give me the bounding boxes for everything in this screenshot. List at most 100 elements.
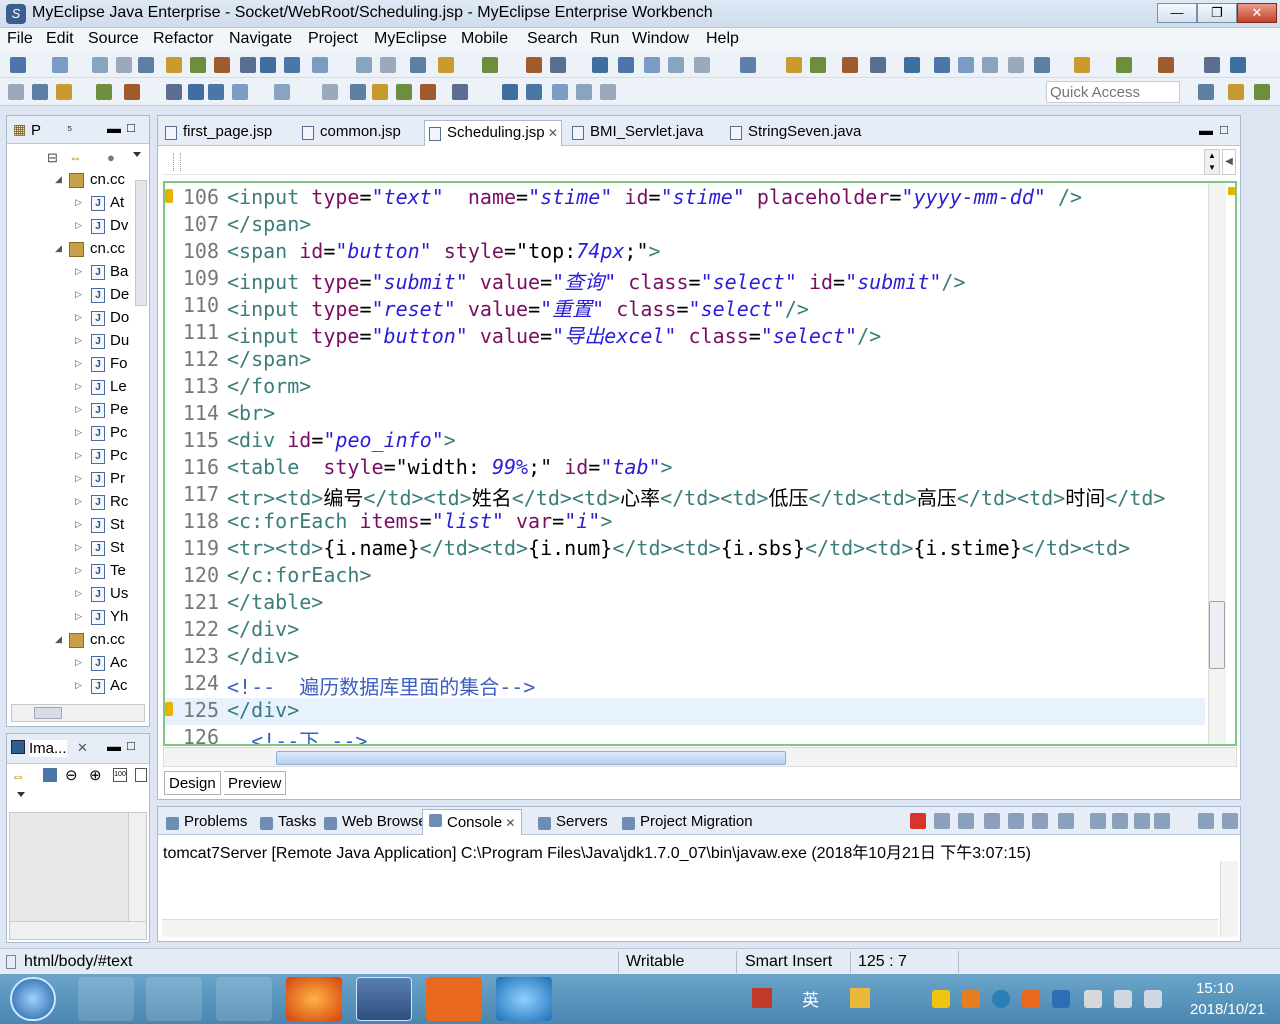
code-line[interactable]: 120 </c:forEach> bbox=[165, 563, 1235, 590]
zoom-out-icon[interactable]: ⊖ bbox=[65, 766, 78, 784]
collapsed-arrow-icon[interactable]: ▷ bbox=[75, 427, 82, 438]
toolbar-action-icon[interactable] bbox=[452, 84, 468, 100]
toolbar-action-icon[interactable] bbox=[284, 57, 300, 73]
voice-recorder-taskbar-icon[interactable] bbox=[496, 977, 552, 1021]
bottom-tab-tasks[interactable]: Tasks bbox=[258, 813, 316, 830]
tray-icon-1[interactable] bbox=[932, 990, 950, 1008]
console-action-icon[interactable] bbox=[1090, 813, 1106, 829]
maximize-image-view-icon[interactable]: □ bbox=[127, 738, 135, 753]
close-button[interactable]: ✕ bbox=[1237, 3, 1277, 23]
code-line[interactable]: 121 </table> bbox=[165, 590, 1235, 617]
toolbar-action-icon[interactable] bbox=[322, 84, 338, 100]
bottom-tab-project-migration[interactable]: Project Migration bbox=[620, 813, 753, 830]
menu-help[interactable]: Help bbox=[706, 30, 739, 48]
toolbar-action-icon[interactable] bbox=[56, 84, 72, 100]
code-line[interactable]: 109 <input type="submit" value="查询" class… bbox=[165, 266, 1235, 293]
console-action-icon[interactable] bbox=[1008, 813, 1024, 829]
tree-file-row[interactable]: ▷ J Du bbox=[7, 330, 135, 353]
toolbar-action-icon[interactable] bbox=[740, 57, 756, 73]
collapsed-arrow-icon[interactable]: ▷ bbox=[75, 289, 82, 300]
input-method-icon[interactable] bbox=[752, 988, 772, 1008]
toolbar-action-icon[interactable] bbox=[618, 57, 634, 73]
design-pane-divider[interactable] bbox=[173, 153, 181, 171]
maximize-editor-icon[interactable]: □ bbox=[1220, 122, 1228, 137]
editor-hscroll-thumb[interactable] bbox=[276, 751, 786, 765]
tree-vertical-scrollbar[interactable] bbox=[135, 180, 147, 306]
quick-access-input[interactable] bbox=[1046, 81, 1180, 103]
code-line[interactable]: 123 </div> bbox=[165, 644, 1235, 671]
toolbar-action-icon[interactable] bbox=[240, 57, 256, 73]
console-action-icon[interactable] bbox=[1032, 813, 1048, 829]
clock-date[interactable]: 2018/10/21 bbox=[1190, 1001, 1265, 1018]
toolbar-action-icon[interactable] bbox=[1228, 84, 1244, 100]
tree-file-row[interactable]: ▷ J Fo bbox=[7, 353, 135, 376]
tree-file-row[interactable]: ▷ J Do bbox=[7, 307, 135, 330]
toolbar-action-icon[interactable] bbox=[810, 57, 826, 73]
toolbar-action-icon[interactable] bbox=[396, 84, 412, 100]
toolbar-action-icon[interactable] bbox=[904, 57, 920, 73]
flag-tray-icon[interactable] bbox=[1084, 990, 1102, 1008]
toolbar-action-icon[interactable] bbox=[576, 84, 592, 100]
menu-refactor[interactable]: Refactor bbox=[153, 30, 213, 48]
code-line[interactable]: 116 <table style="width: 99%;" id="tab"> bbox=[165, 455, 1235, 482]
overview-warning-marker[interactable] bbox=[1228, 187, 1235, 195]
terminate-icon[interactable] bbox=[910, 813, 926, 829]
toolbar-action-icon[interactable] bbox=[1204, 57, 1220, 73]
design-tab[interactable]: Design bbox=[164, 771, 221, 795]
toolbar-action-icon[interactable] bbox=[138, 57, 154, 73]
console-action-icon[interactable] bbox=[1058, 813, 1074, 829]
toolbar-action-icon[interactable] bbox=[380, 57, 396, 73]
console-action-icon[interactable] bbox=[1134, 813, 1150, 829]
xampp-tray-icon[interactable] bbox=[1022, 990, 1040, 1008]
toolbar-action-icon[interactable] bbox=[214, 57, 230, 73]
calculator-taskbar-icon[interactable] bbox=[146, 977, 202, 1021]
tree-file-row[interactable]: ▷ J Us bbox=[7, 583, 135, 606]
toolbar-action-icon[interactable] bbox=[420, 84, 436, 100]
console-vertical-scrollbar[interactable] bbox=[1220, 861, 1238, 937]
collapsed-arrow-icon[interactable]: ▷ bbox=[75, 565, 82, 576]
toolbar-action-icon[interactable] bbox=[274, 84, 290, 100]
console-action-icon[interactable] bbox=[1222, 813, 1238, 829]
tree-file-row[interactable]: ▷ J Dv bbox=[7, 215, 135, 238]
tree-file-row[interactable]: ▷ J Ac bbox=[7, 675, 135, 698]
paint-taskbar-icon[interactable] bbox=[216, 977, 272, 1021]
toolbar-action-icon[interactable] bbox=[786, 57, 802, 73]
bottom-tab-servers[interactable]: Servers bbox=[536, 813, 608, 830]
toolbar-action-icon[interactable] bbox=[592, 57, 608, 73]
image-sync-icon[interactable]: ⇔ bbox=[11, 768, 25, 784]
console-action-icon[interactable] bbox=[1112, 813, 1128, 829]
code-line[interactable]: 110 <input type="reset" value="重置" class=… bbox=[165, 293, 1235, 320]
split-toggle-icon[interactable]: ◀ bbox=[1222, 149, 1236, 175]
toolbar-action-icon[interactable] bbox=[600, 84, 616, 100]
maximize-view-icon[interactable]: □ bbox=[127, 120, 135, 135]
tree-package-row[interactable]: ◢ cn.cc bbox=[7, 629, 135, 652]
firefox-taskbar-icon[interactable] bbox=[286, 977, 342, 1021]
collapsed-arrow-icon[interactable]: ▷ bbox=[75, 312, 82, 323]
editor-tab[interactable]: common.jsp bbox=[298, 120, 416, 146]
toolbar-action-icon[interactable] bbox=[482, 57, 498, 73]
menu-project[interactable]: Project bbox=[308, 30, 358, 48]
volume-tray-icon[interactable] bbox=[1144, 990, 1162, 1008]
toolbar-action-icon[interactable] bbox=[350, 84, 366, 100]
tree-file-row[interactable]: ▷ J Pe bbox=[7, 399, 135, 422]
toolbar-action-icon[interactable] bbox=[10, 57, 26, 73]
toolbar-action-icon[interactable] bbox=[438, 57, 454, 73]
tree-file-row[interactable]: ▷ J Yh bbox=[7, 606, 135, 629]
editor-tab[interactable]: StringSeven.java bbox=[726, 120, 874, 146]
tree-file-row[interactable]: ▷ J De bbox=[7, 284, 135, 307]
preview-tab[interactable]: Preview bbox=[224, 771, 287, 795]
maximize-button[interactable]: ❐ bbox=[1197, 3, 1237, 23]
editor-tab[interactable]: first_page.jsp bbox=[161, 120, 291, 146]
toolbar-action-icon[interactable] bbox=[1254, 84, 1270, 100]
tree-package-row[interactable]: ◢ cn.cc bbox=[7, 169, 135, 192]
toolbar-action-icon[interactable] bbox=[232, 84, 248, 100]
toolbar-action-icon[interactable] bbox=[526, 84, 542, 100]
myeclipse-taskbar-icon[interactable] bbox=[356, 977, 412, 1021]
toolbar-action-icon[interactable] bbox=[312, 57, 328, 73]
actual-size-icon[interactable]: 100 bbox=[113, 768, 127, 782]
collapsed-arrow-icon[interactable]: ▷ bbox=[75, 611, 82, 622]
code-line[interactable]: 117 <tr><td>编号</td><td>姓名</td><td>心率</td>… bbox=[165, 482, 1235, 509]
tree-file-row[interactable]: ▷ J Te bbox=[7, 560, 135, 583]
security-tray-icon[interactable] bbox=[1052, 990, 1070, 1008]
close-console-icon[interactable]: ✕ bbox=[502, 816, 515, 830]
